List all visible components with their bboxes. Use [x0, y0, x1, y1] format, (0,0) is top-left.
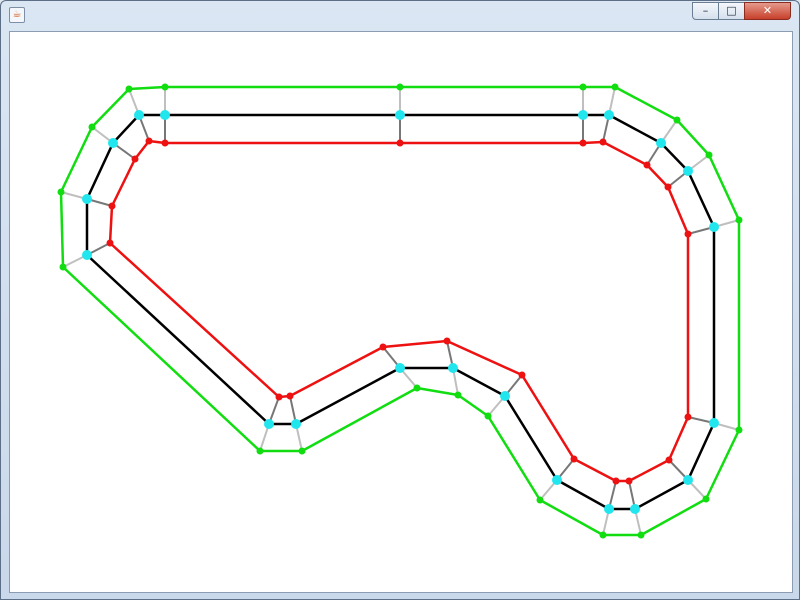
outer-node[interactable]: [256, 447, 264, 455]
track-canvas[interactable]: [10, 32, 792, 592]
center-node[interactable]: [604, 504, 614, 514]
center-node[interactable]: [500, 391, 510, 401]
inner-node[interactable]: [108, 202, 116, 210]
outer-node[interactable]: [161, 83, 169, 91]
center-node[interactable]: [656, 138, 666, 148]
outer-node[interactable]: [413, 384, 421, 392]
center-node[interactable]: [552, 475, 562, 485]
inner-node[interactable]: [396, 139, 404, 147]
inner-node[interactable]: [443, 337, 451, 345]
center-node[interactable]: [82, 194, 92, 204]
outer-node[interactable]: [536, 496, 544, 504]
outer-node[interactable]: [59, 263, 67, 271]
outer-node[interactable]: [735, 216, 743, 224]
center-node[interactable]: [683, 166, 693, 176]
inner-node[interactable]: [579, 139, 587, 147]
drawing-canvas-panel[interactable]: [9, 31, 793, 593]
outer-node[interactable]: [57, 188, 65, 196]
inner-node[interactable]: [612, 477, 620, 485]
center-node[interactable]: [709, 418, 719, 428]
java-cup-icon[interactable]: ☕: [9, 7, 25, 23]
inner-node[interactable]: [286, 392, 294, 400]
center-node[interactable]: [683, 475, 693, 485]
center-node[interactable]: [448, 363, 458, 373]
center-node[interactable]: [578, 110, 588, 120]
center-node[interactable]: [160, 110, 170, 120]
center-line: [85, 113, 716, 511]
inner-node[interactable]: [570, 455, 578, 463]
center-node[interactable]: [82, 250, 92, 260]
outer-node[interactable]: [611, 83, 619, 91]
center-node[interactable]: [291, 419, 301, 429]
inner-node[interactable]: [684, 230, 692, 238]
outer-boundary-line: [59, 85, 741, 537]
outer-node[interactable]: [599, 531, 607, 539]
inner-boundary-line: [108, 139, 690, 483]
application-window: ☕ – □ ✕: [0, 0, 800, 600]
outer-node[interactable]: [396, 83, 404, 91]
inner-node[interactable]: [379, 343, 387, 351]
inner-node[interactable]: [684, 413, 692, 421]
center-node[interactable]: [395, 363, 405, 373]
inner-node[interactable]: [665, 456, 673, 464]
close-icon: ✕: [762, 4, 773, 17]
outer-node[interactable]: [298, 447, 306, 455]
center-node[interactable]: [709, 222, 719, 232]
outer-node[interactable]: [702, 495, 710, 503]
outer-node[interactable]: [579, 83, 587, 91]
inner-node[interactable]: [625, 477, 633, 485]
outer-node[interactable]: [88, 123, 96, 131]
outer-node[interactable]: [637, 531, 645, 539]
inner-node[interactable]: [518, 371, 526, 379]
inner-node[interactable]: [664, 183, 672, 191]
inner-node[interactable]: [161, 139, 169, 147]
outer-node[interactable]: [705, 151, 713, 159]
inner-node[interactable]: [643, 161, 651, 169]
center-node[interactable]: [264, 419, 274, 429]
inner-node[interactable]: [145, 137, 153, 145]
inner-node[interactable]: [131, 155, 139, 163]
center-node[interactable]: [604, 110, 614, 120]
outer-node[interactable]: [735, 426, 743, 434]
outer-node[interactable]: [673, 116, 681, 124]
center-node[interactable]: [395, 110, 405, 120]
maximize-button[interactable]: □: [718, 2, 745, 20]
inner-node[interactable]: [599, 138, 607, 146]
outer-node[interactable]: [454, 391, 462, 399]
inner-node[interactable]: [106, 239, 114, 247]
center-node[interactable]: [134, 110, 144, 120]
minimize-button[interactable]: –: [692, 2, 719, 20]
maximize-icon: □: [726, 4, 737, 17]
center-node[interactable]: [630, 504, 640, 514]
title-bar[interactable]: ☕ – □ ✕: [1, 1, 799, 29]
inner-node[interactable]: [275, 393, 283, 401]
close-button[interactable]: ✕: [744, 2, 791, 20]
minimize-icon: –: [702, 4, 709, 17]
center-node[interactable]: [108, 138, 118, 148]
outer-node[interactable]: [125, 85, 133, 93]
outer-node[interactable]: [484, 412, 492, 420]
